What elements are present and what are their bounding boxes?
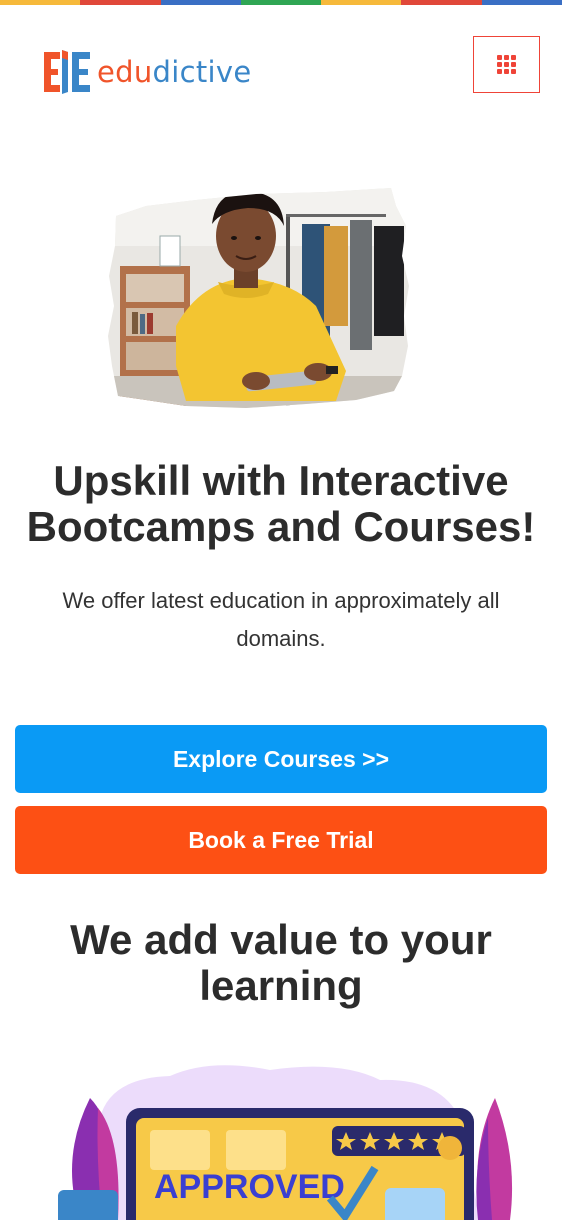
edudictive-logo-icon bbox=[44, 50, 90, 94]
student-with-tablet-image bbox=[108, 188, 409, 408]
site-logo[interactable]: edudictive bbox=[42, 48, 251, 96]
grid-menu-icon bbox=[497, 55, 516, 74]
menu-toggle-button[interactable] bbox=[473, 36, 540, 93]
logo-text-dictive: dictive bbox=[152, 54, 252, 89]
approved-stamp-text: APPROVED bbox=[154, 1168, 345, 1206]
book-free-trial-button[interactable]: Book a Free Trial bbox=[15, 806, 547, 874]
hero-subtitle: We offer latest education in approximate… bbox=[62, 588, 500, 651]
hero-title: Upskill with Interactive Bootcamps and C… bbox=[26, 457, 536, 550]
site-header: edudictive bbox=[0, 5, 562, 115]
logo-wordmark: edudictive bbox=[97, 54, 252, 89]
approved-illustration: APPROVED bbox=[58, 1065, 513, 1220]
logo-text-edu: edu bbox=[97, 54, 153, 89]
explore-courses-button[interactable]: Explore Courses >> bbox=[15, 725, 547, 793]
value-section-title: We add value to your learning bbox=[70, 916, 492, 1009]
